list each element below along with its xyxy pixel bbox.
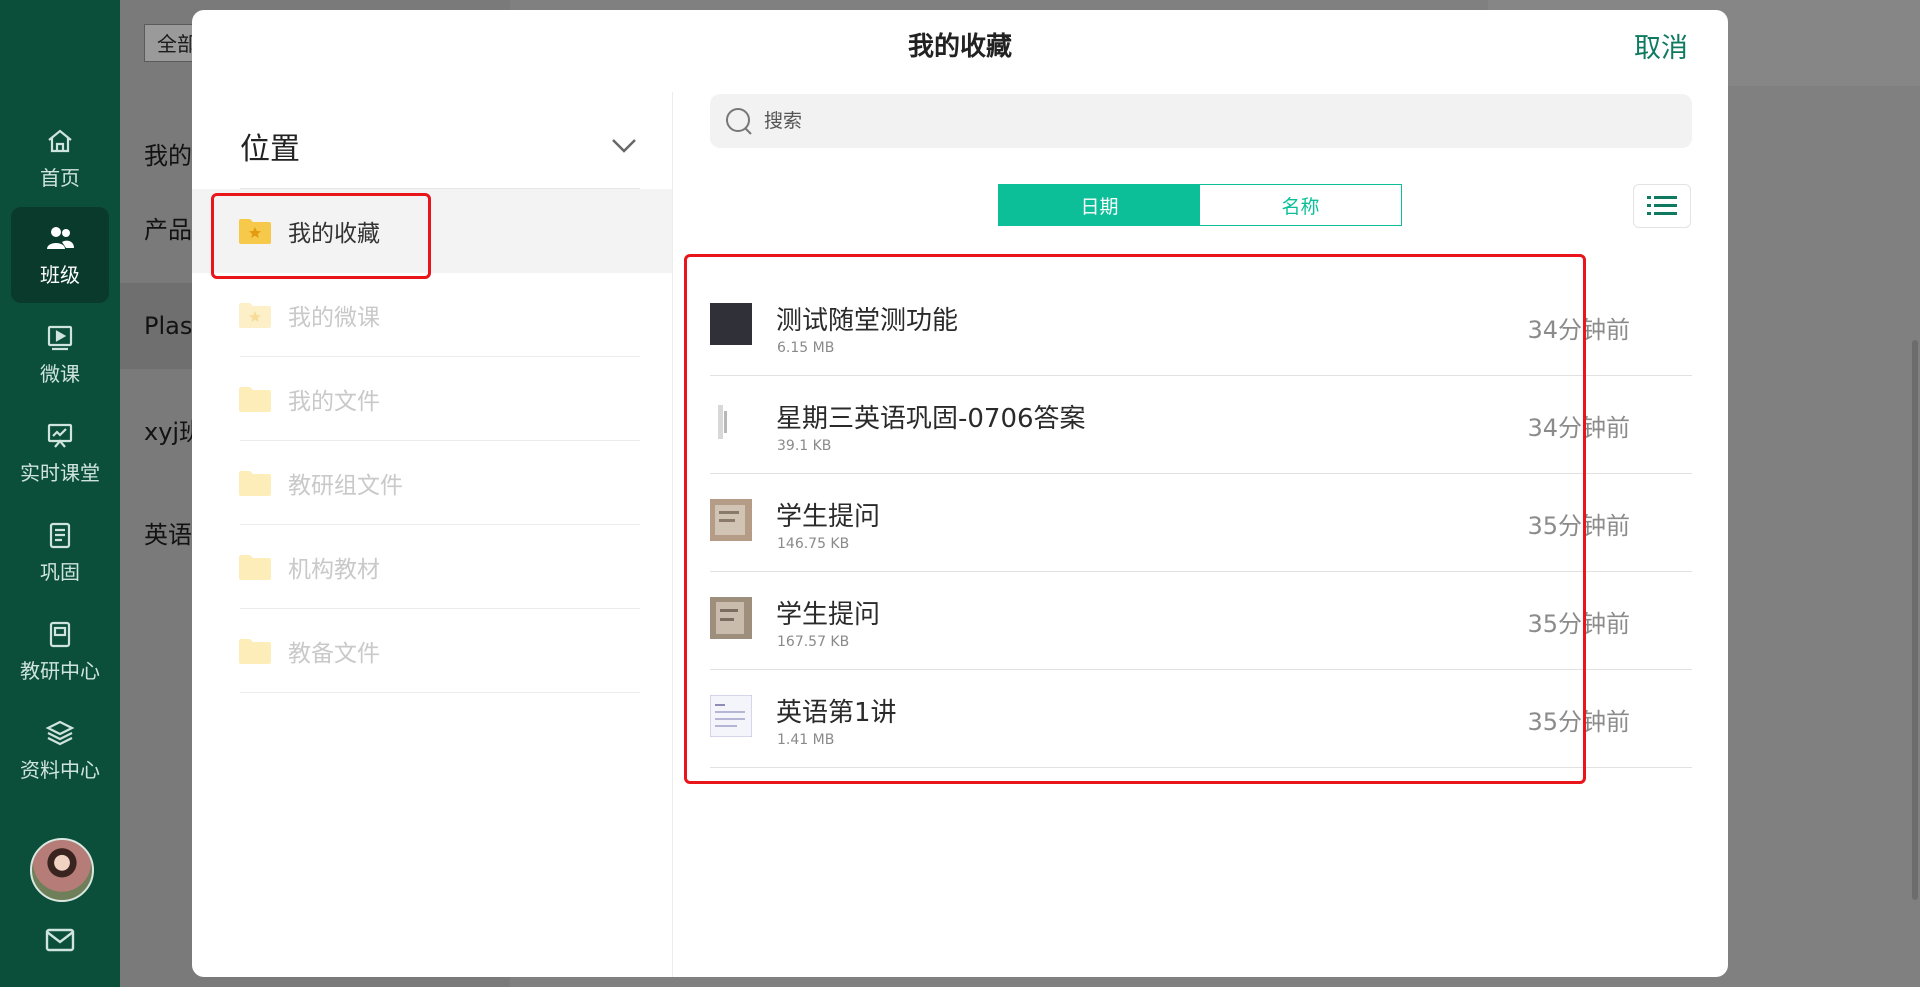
user-avatar[interactable] [30,838,94,902]
image-thumbnail [710,597,752,639]
sort-by-date-tab[interactable]: 日期 [999,185,1200,225]
nav-home-label: 首页 [40,165,80,190]
class-icon [45,223,75,253]
microlesson-icon [45,322,75,352]
file-name: 英语第1讲 [776,698,897,728]
folder-item-my-files[interactable]: 我的文件 [192,357,672,441]
file-time: 34分钟前 [1527,316,1630,344]
folder-icon [239,555,271,580]
cancel-button[interactable]: 取消 [1634,26,1688,65]
panel-divider [672,92,673,977]
folder-label: 我的微课 [288,305,380,331]
nav-class[interactable]: 班级 [11,207,109,303]
folder-label: 教研组文件 [288,473,403,499]
document-thumbnail [710,401,752,443]
image-thumbnail [710,499,752,541]
file-row[interactable]: 学生提问 146.75 KB 35分钟前 [710,474,1692,572]
file-size: 39.1 KB [777,438,832,454]
nav-microlesson-label: 微课 [40,361,80,386]
file-time: 35分钟前 [1527,708,1630,736]
app-sidebar: 首页 班级 微课 实时课堂 巩固 教研中心 资料中心 [0,0,120,987]
search-icon [726,108,752,135]
background-row: 我的 [144,142,192,170]
file-list: 测试随堂测功能 6.15 MB 34分钟前 星期三英语巩固-0706答案 39.… [710,278,1692,768]
nav-research[interactable]: 教研中心 [11,603,109,699]
file-row[interactable]: 星期三英语巩固-0706答案 39.1 KB 34分钟前 [710,376,1692,474]
nav-research-label: 教研中心 [20,658,100,683]
home-icon [45,126,75,156]
folder-icon [239,639,271,664]
file-size: 146.75 KB [777,536,850,552]
nav-class-label: 班级 [40,262,80,287]
file-time: 35分钟前 [1527,512,1630,540]
file-row[interactable]: 学生提问 167.57 KB 35分钟前 [710,572,1692,670]
nav-resources-label: 资料中心 [20,757,100,782]
favorites-modal: 我的收藏 取消 位置 我的收藏 我的微课 我的文件 教研组文件 机构教材 教备文… [192,10,1728,977]
file-name: 学生提问 [776,600,881,630]
list-view-button[interactable] [1633,184,1691,228]
folder-label: 机构教材 [288,557,380,583]
nav-live-class-label: 实时课堂 [20,460,100,485]
starred-folder-icon [239,303,271,328]
nav-microlesson[interactable]: 微课 [11,306,109,402]
folder-icon [239,387,271,412]
nav-resources[interactable]: 资料中心 [11,702,109,798]
live-class-icon [45,421,75,451]
video-thumbnail [710,303,752,345]
search-bar [710,94,1692,148]
modal-title: 我的收藏 [907,32,1012,62]
nav-home[interactable]: 首页 [11,110,109,206]
folder-item-research-group-files[interactable]: 教研组文件 [192,441,672,525]
nav-practice-label: 巩固 [40,559,80,584]
folder-label: 我的文件 [288,389,380,415]
folder-item-lesson-prep-files[interactable]: 教备文件 [192,609,672,693]
file-time: 34分钟前 [1527,414,1630,442]
folder-item-my-favorites[interactable]: 我的收藏 [192,189,672,273]
folder-label: 我的收藏 [288,221,380,247]
background-row: 英语 [144,521,192,549]
document-thumbnail [710,695,752,737]
file-size: 1.41 MB [777,732,835,748]
folder-label: 教备文件 [288,641,380,667]
nav-live-class[interactable]: 实时课堂 [11,405,109,501]
file-size: 6.15 MB [777,340,835,356]
background-scrollbar [1912,340,1918,900]
sort-toggle: 日期 名称 [998,184,1402,226]
chevron-down-icon[interactable] [610,134,638,156]
file-time: 35分钟前 [1527,610,1630,638]
file-name: 学生提问 [776,502,881,532]
sort-by-name-tab[interactable]: 名称 [1200,185,1401,225]
folder-item-institution-materials[interactable]: 机构教材 [192,525,672,609]
folder-icon [239,471,271,496]
starred-folder-icon [239,219,271,244]
layers-icon [45,718,75,748]
list-view-icon [1647,196,1677,215]
row-separator [240,692,640,693]
file-name: 星期三英语巩固-0706答案 [776,404,1086,434]
location-title: 位置 [240,132,300,167]
research-icon [45,619,75,649]
file-name: 测试随堂测功能 [776,306,959,336]
file-row[interactable]: 英语第1讲 1.41 MB 35分钟前 [710,670,1692,768]
mail-icon[interactable] [44,926,76,954]
file-size: 167.57 KB [777,634,850,650]
file-row[interactable]: 测试随堂测功能 6.15 MB 34分钟前 [710,278,1692,376]
folder-item-my-microlessons[interactable]: 我的微课 [192,273,672,357]
search-input[interactable] [762,109,1666,133]
background-row: 产品 [144,216,192,244]
nav-practice[interactable]: 巩固 [11,504,109,600]
practice-icon [45,520,75,550]
